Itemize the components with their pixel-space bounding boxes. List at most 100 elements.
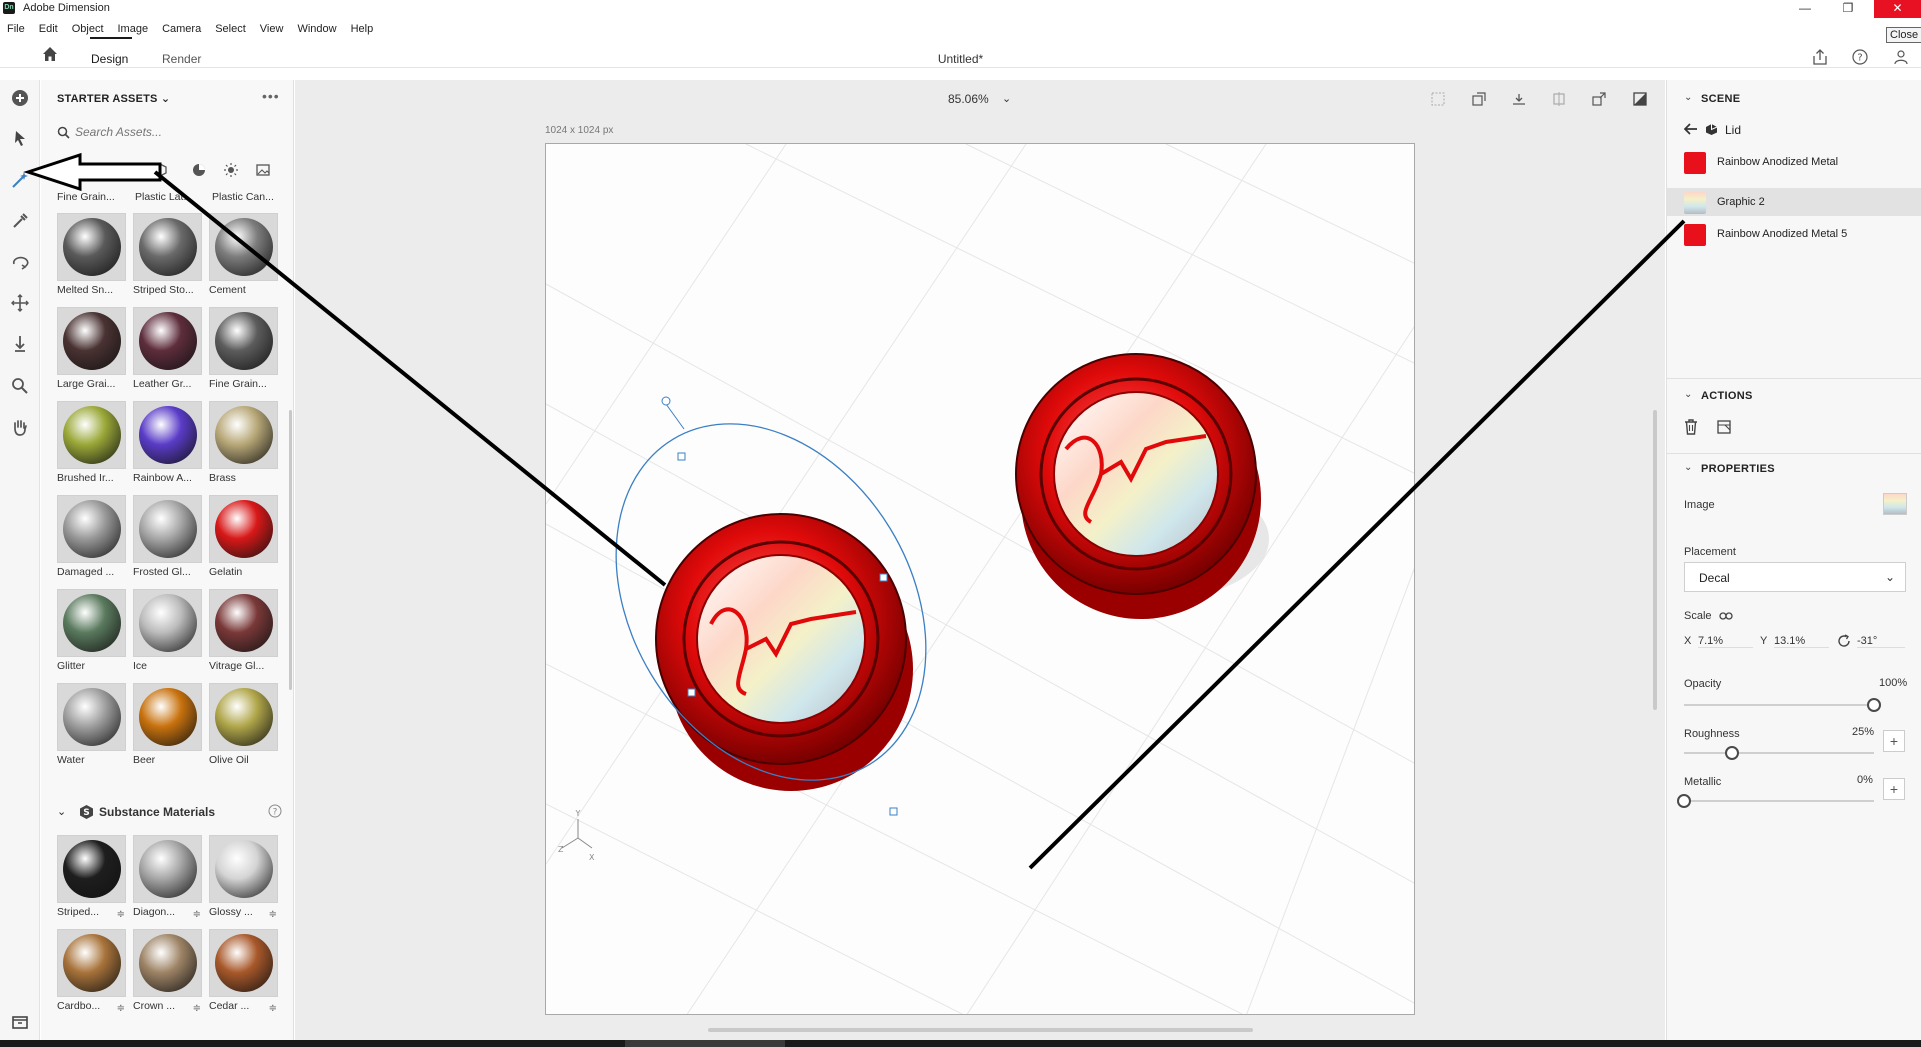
scene-item[interactable]: Rainbow Anodized Metal [1667,148,1921,176]
move-to-object-icon[interactable] [1591,91,1607,107]
menu-help[interactable]: Help [344,20,381,37]
material-swatch[interactable]: Glitter [57,589,126,674]
account-icon[interactable] [1893,49,1909,65]
material-swatch[interactable]: Melted Sn... [57,213,126,298]
chevron-down-icon[interactable]: ⌄ [1684,462,1692,473]
light-filter-icon[interactable] [223,162,239,178]
metallic-value[interactable]: 0% [1857,774,1873,786]
menu-file[interactable]: File [0,20,32,37]
search-input[interactable] [75,125,265,139]
material-swatch[interactable]: Beer [133,683,202,768]
metallic-knob[interactable] [1677,794,1691,808]
opacity-value[interactable]: 100% [1879,677,1907,689]
horizontal-scrollbar[interactable] [708,1028,1253,1032]
rotate-handle[interactable] [661,396,671,406]
material-swatch[interactable]: Striped Sto... [133,213,202,298]
zoom-icon[interactable] [10,376,30,396]
scene-item[interactable]: Graphic 2 [1667,188,1921,216]
assets-title[interactable]: STARTER ASSETS ⌄ [57,92,170,105]
opacity-knob[interactable] [1867,698,1881,712]
artboard[interactable]: Y Z X [545,143,1415,1015]
material-swatch[interactable]: Gelatin [209,495,278,580]
taskbar-active-item[interactable] [625,1040,785,1047]
fit-view-icon[interactable] [1431,92,1445,106]
material-swatch[interactable]: Large Grai... [57,307,126,392]
back-arrow-icon[interactable] [1684,123,1698,135]
material-swatch[interactable]: Water [57,683,126,768]
minimize-button[interactable]: — [1785,0,1825,18]
adjust-icon[interactable]: ≑ [193,909,201,920]
scale-x-input[interactable]: 7.1% [1698,635,1753,648]
edit-image-icon[interactable] [1717,420,1731,434]
material-swatch[interactable]: Brass [209,401,278,486]
material-swatch[interactable]: Crown ... ≑ [133,929,202,1014]
select-icon[interactable] [10,128,30,148]
pan-camera-icon[interactable] [10,293,30,313]
orbit-icon[interactable] [10,252,30,272]
scale-handle[interactable] [677,452,686,461]
render-preview-icon[interactable] [1632,91,1648,107]
menu-view[interactable]: View [253,20,291,37]
add-icon[interactable] [10,88,30,108]
material-swatch[interactable]: Striped... ≑ [57,835,126,920]
chevron-down-icon[interactable]: ⌄ [1684,389,1692,400]
rotation-input[interactable]: -31° [1857,635,1905,648]
scene-item[interactable]: Rainbow Anodized Metal 5 [1667,220,1921,248]
adjust-icon[interactable]: ≑ [117,1003,125,1014]
model-filter-icon[interactable] [152,162,168,178]
lid-object-back[interactable] [1015,353,1269,619]
chevron-down-icon[interactable]: ⌄ [1684,92,1692,103]
magic-wand-icon[interactable] [10,170,30,190]
menu-object[interactable]: Object [65,20,111,37]
menu-select[interactable]: Select [208,20,253,37]
material-swatch[interactable]: Cement [209,213,278,298]
menu-camera[interactable]: Camera [155,20,208,37]
scale-handle[interactable] [879,573,888,582]
roughness-slider[interactable] [1684,752,1874,754]
roughness-knob[interactable] [1724,746,1739,760]
menu-image[interactable]: Image [111,20,156,37]
chevron-down-icon[interactable]: ⌄ [1002,92,1011,105]
trash-icon[interactable] [1684,419,1698,435]
material-filter-icon[interactable] [191,162,207,178]
material-swatch[interactable]: Rainbow A... [133,401,202,486]
substance-header[interactable]: ⌄ S Substance Materials ? [57,803,287,823]
share-icon[interactable] [1812,49,1828,65]
dolly-icon[interactable] [10,334,30,354]
scale-handle[interactable] [889,807,898,816]
zoom-level[interactable]: 85.06% [948,92,989,106]
adjust-icon[interactable]: ≑ [117,909,125,920]
material-swatch[interactable]: Olive Oil [209,683,278,768]
more-options-icon[interactable]: ••• [262,88,280,104]
close-button[interactable]: ✕ [1874,0,1921,18]
hand-icon[interactable] [10,417,30,437]
viewport-scene[interactable]: Y Z X [546,144,1415,1015]
material-swatch[interactable]: Ice [133,589,202,674]
scale-y-input[interactable]: 13.1% [1774,635,1829,648]
material-swatch[interactable]: Glossy ... ≑ [209,835,278,920]
roughness-add-button[interactable]: + [1883,730,1905,752]
menu-window[interactable]: Window [290,20,343,37]
adjust-icon[interactable]: ≑ [193,1003,201,1014]
adjust-icon[interactable]: ≑ [269,909,277,920]
link-icon[interactable] [1719,611,1733,621]
scale-handle[interactable] [687,688,696,697]
help-icon[interactable]: ? [1852,49,1868,65]
image-thumbnail[interactable] [1883,493,1907,515]
assets-scrollbar[interactable] [289,410,292,690]
placement-select[interactable]: Decal ⌄ [1684,562,1906,592]
vertical-scrollbar[interactable] [1653,410,1657,710]
material-swatch[interactable]: Diagon... ≑ [133,835,202,920]
metallic-add-button[interactable]: + [1883,778,1905,800]
metallic-slider[interactable] [1684,800,1874,802]
opacity-slider[interactable] [1684,704,1874,706]
sampler-icon[interactable] [10,211,30,231]
info-icon[interactable]: ? [268,804,282,818]
library-icon[interactable] [10,1012,30,1032]
material-swatch[interactable]: Damaged ... [57,495,126,580]
adjust-icon[interactable]: ≑ [269,1003,277,1014]
material-swatch[interactable]: Frosted Gl... [133,495,202,580]
drop-to-ground-icon[interactable] [1511,91,1527,107]
material-swatch[interactable]: Cardbo... ≑ [57,929,126,1014]
align-icon[interactable] [1471,91,1487,107]
